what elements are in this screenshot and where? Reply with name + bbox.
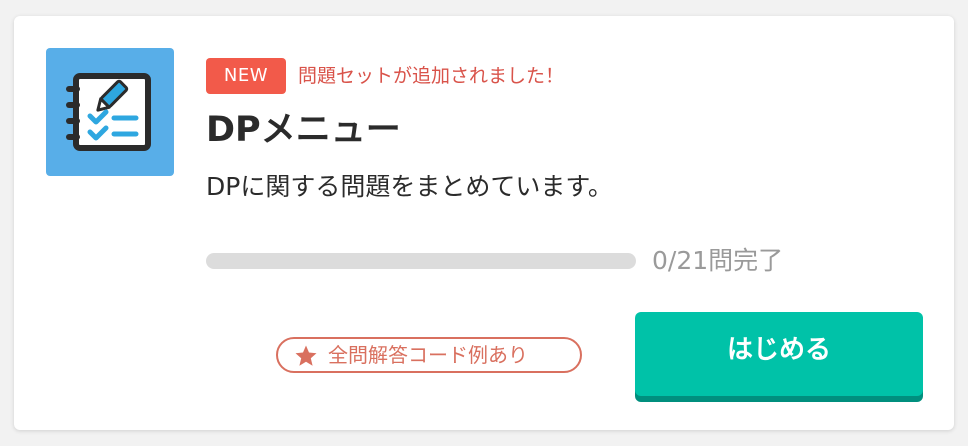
progress-label: 0/21問完了: [652, 246, 784, 275]
code-example-tag: 全問解答コード例あり: [276, 337, 582, 373]
code-example-tag-label: 全問解答コード例あり: [328, 343, 528, 367]
card-title[interactable]: DPメニュー: [206, 102, 401, 158]
added-notice: 問題セットが追加されました！: [298, 65, 565, 87]
star-icon: [295, 345, 317, 366]
problem-set-card: NEW 問題セットが追加されました！ DPメニュー DPに関する問題をまとめてい…: [14, 16, 954, 430]
progress-bar: [206, 253, 636, 269]
checklist-notebook-icon: [46, 48, 174, 176]
start-button[interactable]: はじめる: [635, 312, 923, 396]
card-description: DPに関する問題をまとめています。: [206, 172, 613, 201]
new-badge: NEW: [206, 58, 286, 94]
